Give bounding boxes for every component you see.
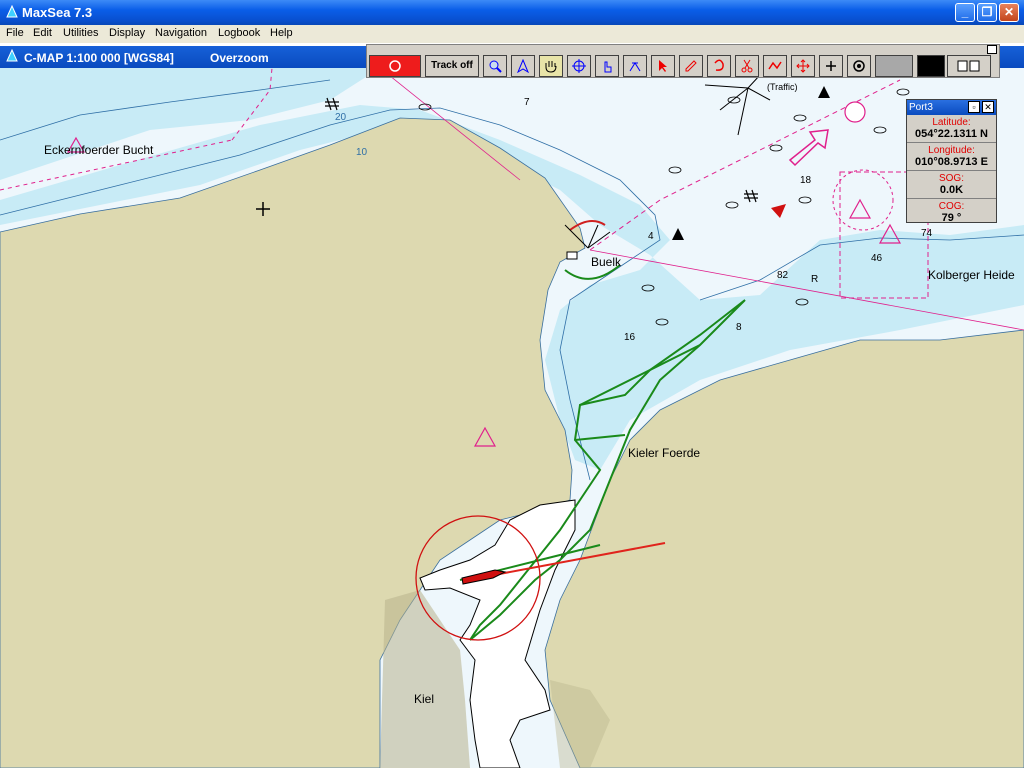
depth-18: 18 bbox=[800, 175, 812, 186]
cut-button[interactable] bbox=[735, 55, 759, 77]
latitude-label: Latitude: bbox=[932, 117, 971, 128]
magnifier-icon bbox=[489, 60, 502, 73]
port3-header[interactable]: Port3 ▫ ✕ bbox=[907, 100, 996, 115]
depth-16: 16 bbox=[624, 332, 636, 343]
depth-7: 7 bbox=[524, 97, 530, 108]
compass-mark bbox=[844, 101, 866, 123]
port3-close-button[interactable]: ✕ bbox=[982, 101, 994, 113]
pencil-icon bbox=[685, 60, 697, 72]
window-title: MaxSea 7.3 bbox=[22, 5, 93, 20]
touch-hand-button[interactable] bbox=[595, 55, 619, 77]
crosshair-circle-icon bbox=[572, 59, 586, 73]
move-button[interactable] bbox=[791, 55, 815, 77]
depth-20: 20 bbox=[335, 112, 347, 123]
depth-46: 46 bbox=[871, 253, 883, 264]
menu-logbook[interactable]: Logbook bbox=[218, 27, 260, 39]
menu-bar: File Edit Utilities Display Navigation L… bbox=[0, 25, 1024, 43]
place-buelk: Buelk bbox=[591, 255, 622, 269]
north-arrow-icon bbox=[516, 58, 530, 74]
compass-north-button[interactable] bbox=[511, 55, 535, 77]
menu-display[interactable]: Display bbox=[109, 27, 145, 39]
depth-8: 8 bbox=[736, 322, 742, 333]
zoom-button[interactable] bbox=[483, 55, 507, 77]
port3-title: Port3 bbox=[909, 102, 933, 113]
place-eckernfoerder-bucht: Eckernfoerder Bucht bbox=[44, 143, 154, 157]
nautical-chart[interactable]: 20 10 7 4 16 18 8 74 46 82 R (Traffic) bbox=[0, 68, 1024, 768]
dividers-icon bbox=[629, 62, 641, 72]
rock-mark: R bbox=[811, 274, 818, 285]
curve-icon bbox=[714, 59, 724, 71]
depth-10: 10 bbox=[356, 147, 368, 158]
track-off-button[interactable]: Track off bbox=[425, 55, 479, 77]
overzoom-label: Overzoom bbox=[210, 51, 269, 65]
route-icon bbox=[768, 61, 782, 70]
restore-button[interactable]: ❐ bbox=[977, 3, 997, 22]
measure-button[interactable] bbox=[623, 55, 647, 77]
cog-value: 79 ° bbox=[941, 212, 962, 224]
maxsea-app-icon bbox=[6, 5, 18, 18]
menu-utilities[interactable]: Utilities bbox=[63, 27, 98, 39]
menu-help[interactable]: Help bbox=[270, 27, 293, 39]
night-mode-button[interactable] bbox=[917, 55, 945, 77]
target-button[interactable] bbox=[847, 55, 871, 77]
pointer-hand-icon bbox=[604, 61, 612, 73]
minimize-button[interactable]: _ bbox=[955, 3, 975, 22]
hand-icon bbox=[545, 61, 557, 73]
depth-74: 74 bbox=[921, 228, 933, 239]
record-track-button[interactable] bbox=[369, 55, 421, 77]
longitude-value: 010°08.9713 E bbox=[907, 156, 996, 171]
move-arrows-icon bbox=[796, 59, 810, 73]
plus-icon bbox=[826, 61, 836, 71]
port3-restore-button[interactable]: ▫ bbox=[968, 101, 980, 113]
blank-tool-slot[interactable] bbox=[875, 55, 913, 77]
close-button[interactable]: ✕ bbox=[999, 3, 1019, 22]
chart-toolbar: Track off bbox=[366, 44, 1000, 78]
crosshair-button[interactable] bbox=[819, 55, 843, 77]
depth-4: 4 bbox=[648, 231, 654, 242]
target-icon bbox=[853, 60, 865, 72]
arrow-pointer-icon bbox=[659, 60, 667, 72]
cog-label: COG: bbox=[938, 201, 965, 212]
place-kolberger-heide: Kolberger Heide bbox=[928, 268, 1015, 282]
split-view-button[interactable] bbox=[947, 55, 991, 77]
latitude-value: 054°22.1311 N bbox=[907, 128, 996, 143]
panes-icon bbox=[957, 60, 980, 72]
chart-icon bbox=[6, 49, 18, 62]
scissors-icon bbox=[741, 59, 753, 73]
sog-value: 0.0K bbox=[907, 184, 996, 199]
chart-scale-label: C-MAP 1:100 000 [WGS84] bbox=[24, 51, 174, 65]
place-kiel: Kiel bbox=[414, 692, 435, 706]
menu-navigation[interactable]: Navigation bbox=[155, 27, 207, 39]
menu-file[interactable]: File bbox=[6, 27, 24, 39]
traffic-label: (Traffic) bbox=[767, 82, 798, 92]
depth-82: 82 bbox=[777, 270, 789, 281]
port3-panel: Port3 ▫ ✕ Latitude: 054°22.1311 N Longit… bbox=[906, 99, 997, 224]
pencil-button[interactable] bbox=[679, 55, 703, 77]
menu-edit[interactable]: Edit bbox=[33, 27, 52, 39]
place-kieler-foerde: Kieler Foerde bbox=[628, 446, 701, 460]
curve-button[interactable] bbox=[707, 55, 731, 77]
title-bar[interactable]: MaxSea 7.3 _ ❐ ✕ bbox=[0, 0, 1024, 25]
toolbar-restore-button[interactable] bbox=[987, 45, 997, 54]
sog-label: SOG: bbox=[938, 173, 964, 184]
record-icon bbox=[389, 60, 401, 72]
maxsea-window: MaxSea 7.3 _ ❐ ✕ File Edit Utilities Dis… bbox=[0, 0, 1024, 768]
select-button[interactable] bbox=[651, 55, 675, 77]
longitude-label: Longitude: bbox=[928, 145, 975, 156]
center-button[interactable] bbox=[567, 55, 591, 77]
pan-hand-button[interactable] bbox=[539, 55, 563, 77]
route-edit-button[interactable] bbox=[763, 55, 787, 77]
